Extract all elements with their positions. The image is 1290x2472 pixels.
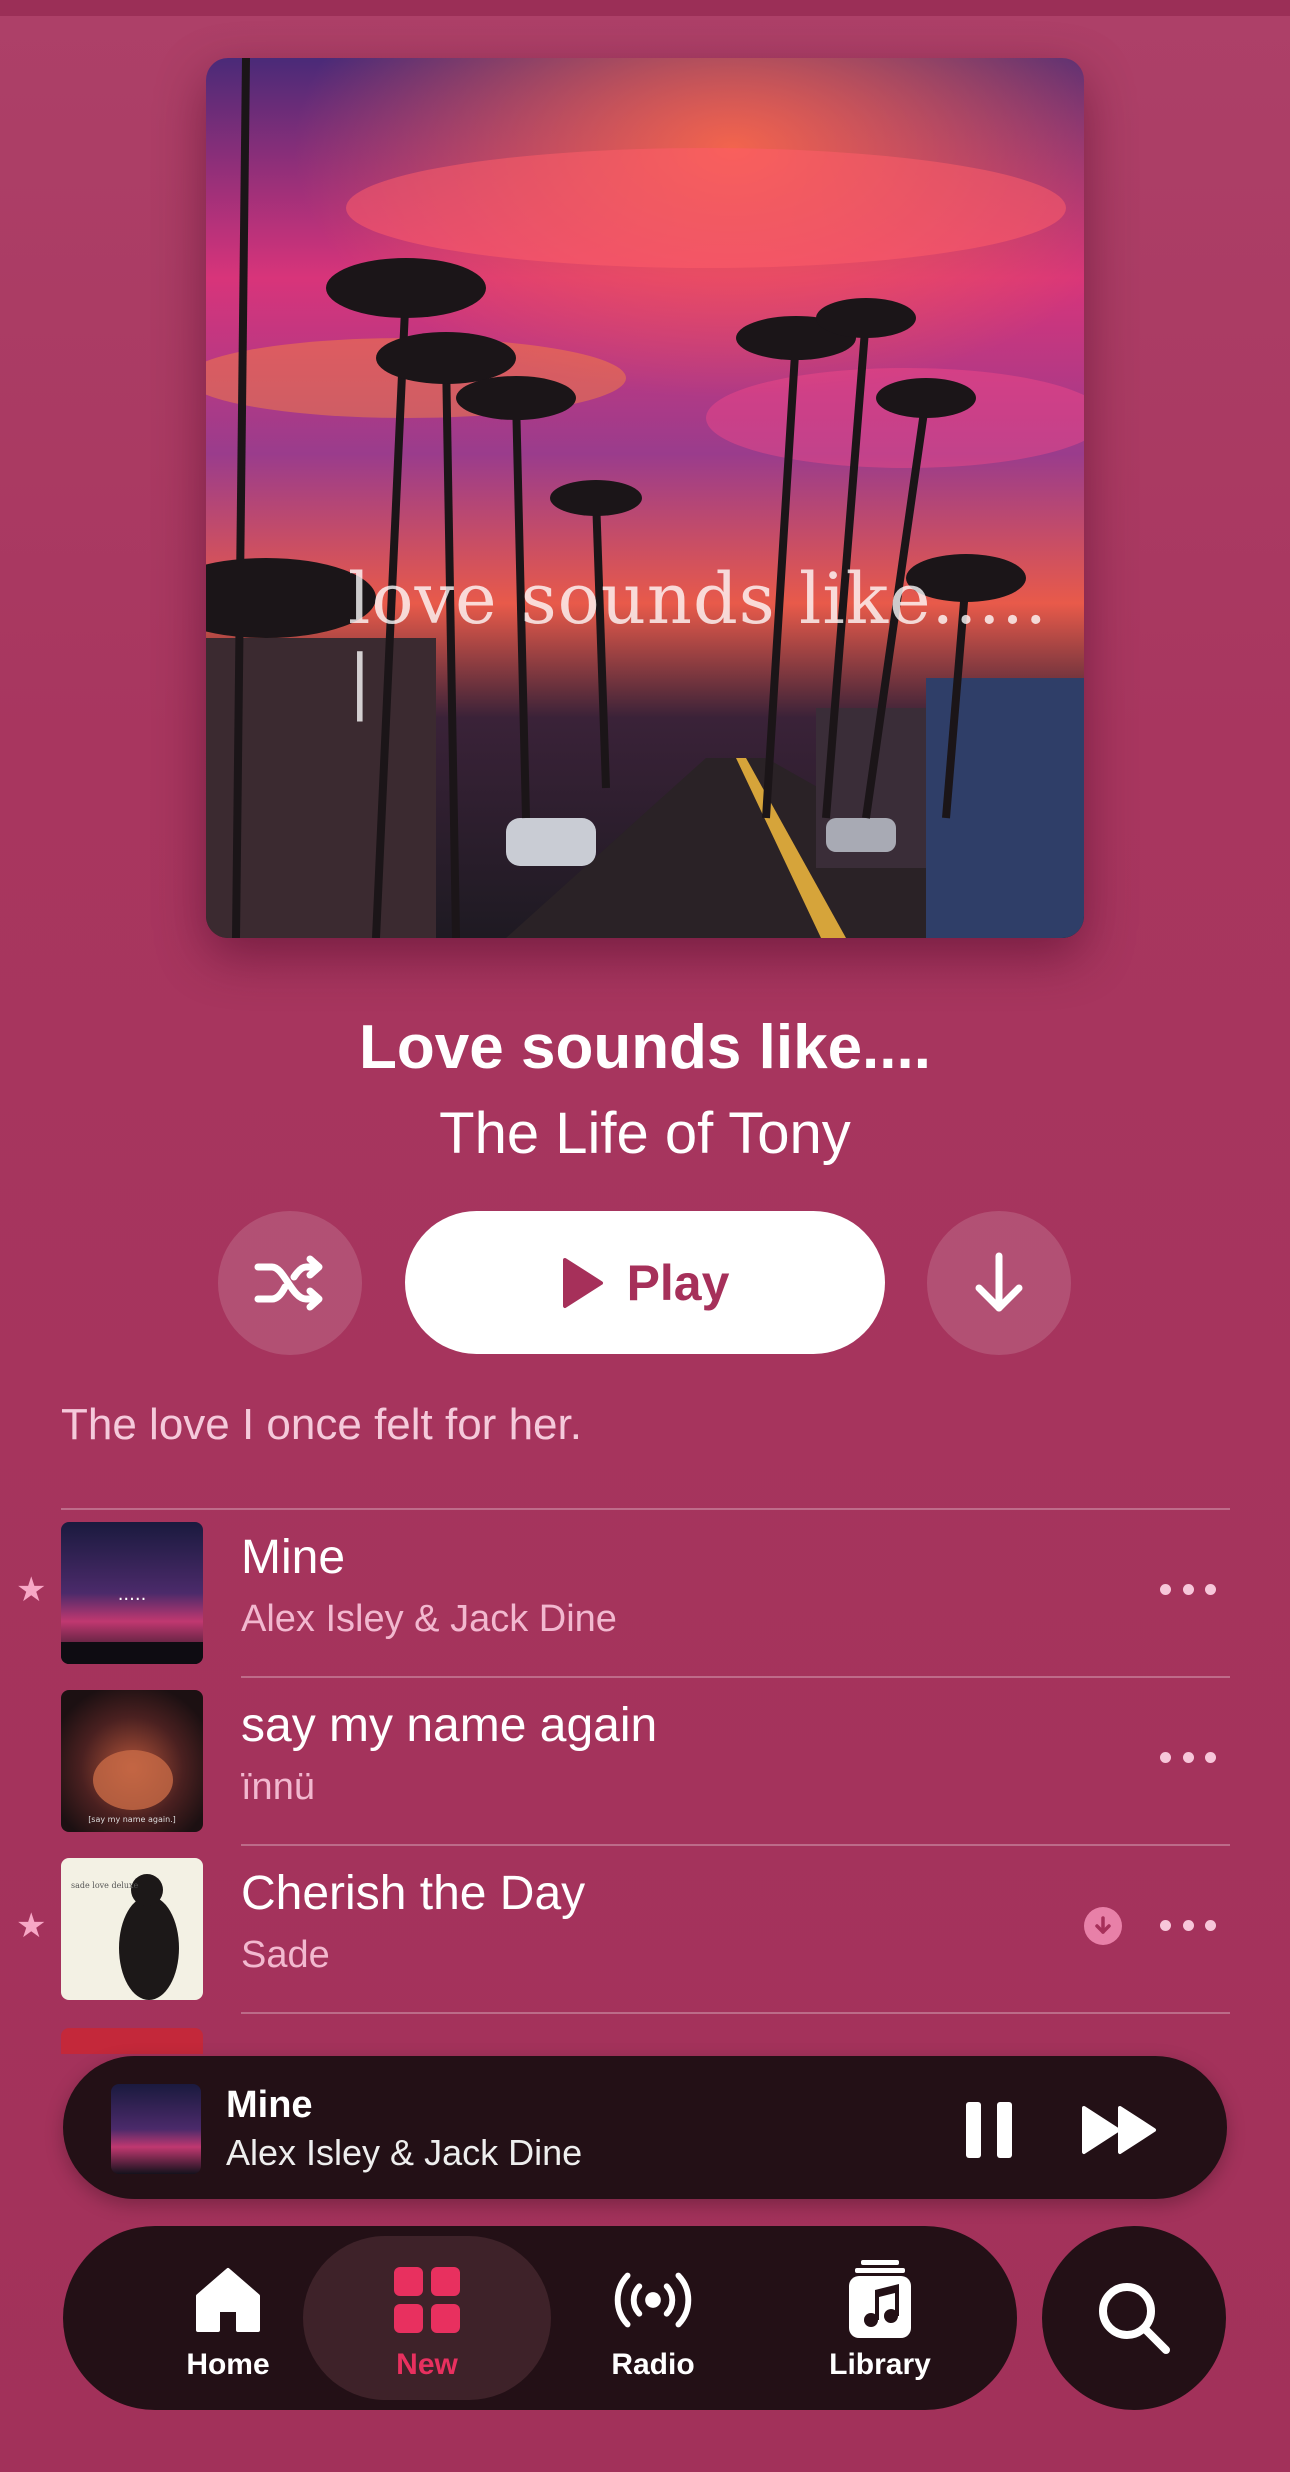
playlist-artwork[interactable]: love sounds like..... | xyxy=(206,58,1084,938)
track-artwork-text: sade love deluxe xyxy=(71,1881,139,1890)
track-artwork: [say my name again.] xyxy=(61,1690,203,1832)
downloaded-icon xyxy=(1084,1907,1122,1945)
artwork-caption-text: love sounds like..... xyxy=(348,558,1048,640)
row-divider xyxy=(241,1844,1230,1846)
playlist-screen: love sounds like..... | Love sounds like… xyxy=(0,0,1290,2472)
grid-icon xyxy=(382,2260,472,2340)
favorite-star-icon: ★ xyxy=(16,1571,47,1609)
track-title: Cherish the Day xyxy=(241,1867,586,1920)
now-playing-artwork xyxy=(111,2084,201,2174)
track-artwork-text: ..... xyxy=(118,1584,147,1605)
tab-bar: Home New Radio Library xyxy=(63,2226,1017,2410)
track-title: say my name again xyxy=(241,1699,658,1752)
now-playing-artist: Alex Isley & Jack Dine xyxy=(226,2132,583,2173)
more-options-button[interactable] xyxy=(1160,1905,1216,1945)
now-playing-title: Mine xyxy=(226,2084,313,2126)
tab-label: Home xyxy=(186,2348,270,2381)
tab-radio[interactable]: Radio xyxy=(558,2226,748,2410)
track-artwork: ..... xyxy=(61,1522,203,1664)
tab-library[interactable]: Library xyxy=(785,2226,975,2410)
arrow-down-icon xyxy=(975,1252,1023,1312)
fast-forward-icon xyxy=(1082,2106,1156,2154)
playlist-title: Love sounds like.... xyxy=(359,1013,931,1082)
top-strip xyxy=(0,0,1290,16)
play-button[interactable]: Play xyxy=(405,1211,885,1354)
search-icon xyxy=(1099,2283,1170,2354)
artwork-sunset-palms-image xyxy=(206,58,1084,938)
radio-waves-icon xyxy=(608,2260,698,2340)
house-icon xyxy=(183,2260,273,2340)
track-artwork-partial xyxy=(61,2028,203,2054)
tab-label: Library xyxy=(829,2348,931,2381)
playlist-owner-link[interactable]: The Life of Tony xyxy=(0,1100,1290,1167)
track-title: Mine xyxy=(241,1531,346,1584)
mini-player[interactable]: Mine Alex Isley & Jack Dine xyxy=(63,2056,1227,2199)
shuffle-button[interactable] xyxy=(218,1211,362,1355)
row-divider xyxy=(241,1676,1230,1678)
track-artist: ïnnü xyxy=(241,1766,315,1808)
artwork-caption-cursor: | xyxy=(348,640,373,722)
pause-button[interactable] xyxy=(966,2102,1012,2158)
more-options-button[interactable] xyxy=(1160,1569,1216,1609)
track-artist: Alex Isley & Jack Dine xyxy=(241,1598,617,1640)
music-note-stack-icon xyxy=(835,2260,925,2340)
track-artwork-text: [say my name again.] xyxy=(88,1815,176,1824)
track-row[interactable]: ★ ..... Mine Alex Isley & Jack Dine xyxy=(0,1514,1290,1682)
artwork-caption: love sounds like..... | xyxy=(206,558,1084,722)
track-artist: Sade xyxy=(241,1934,330,1976)
shuffle-icon xyxy=(254,1255,323,1311)
next-track-button[interactable] xyxy=(1080,2104,1160,2156)
tab-label: New xyxy=(396,2348,458,2381)
track-artwork: sade love deluxe xyxy=(61,1858,203,2000)
tab-new[interactable]: New xyxy=(332,2226,522,2410)
list-top-divider xyxy=(61,1508,1230,1510)
download-button[interactable] xyxy=(927,1211,1071,1355)
tab-home[interactable]: Home xyxy=(133,2226,323,2410)
track-row[interactable]: [say my name again.] say my name again ï… xyxy=(0,1682,1290,1850)
track-row[interactable]: ★ sade love deluxe Cherish the Day Sade xyxy=(0,1850,1290,2018)
more-options-button[interactable] xyxy=(1160,1737,1216,1777)
playlist-description: The love I once felt for her. xyxy=(61,1400,582,1449)
play-button-label: Play xyxy=(626,1254,730,1311)
row-divider xyxy=(241,2012,1230,2014)
play-icon xyxy=(562,1257,603,1308)
favorite-star-icon: ★ xyxy=(16,1907,47,1945)
search-button[interactable] xyxy=(1042,2226,1226,2410)
tab-label: Radio xyxy=(611,2348,695,2381)
